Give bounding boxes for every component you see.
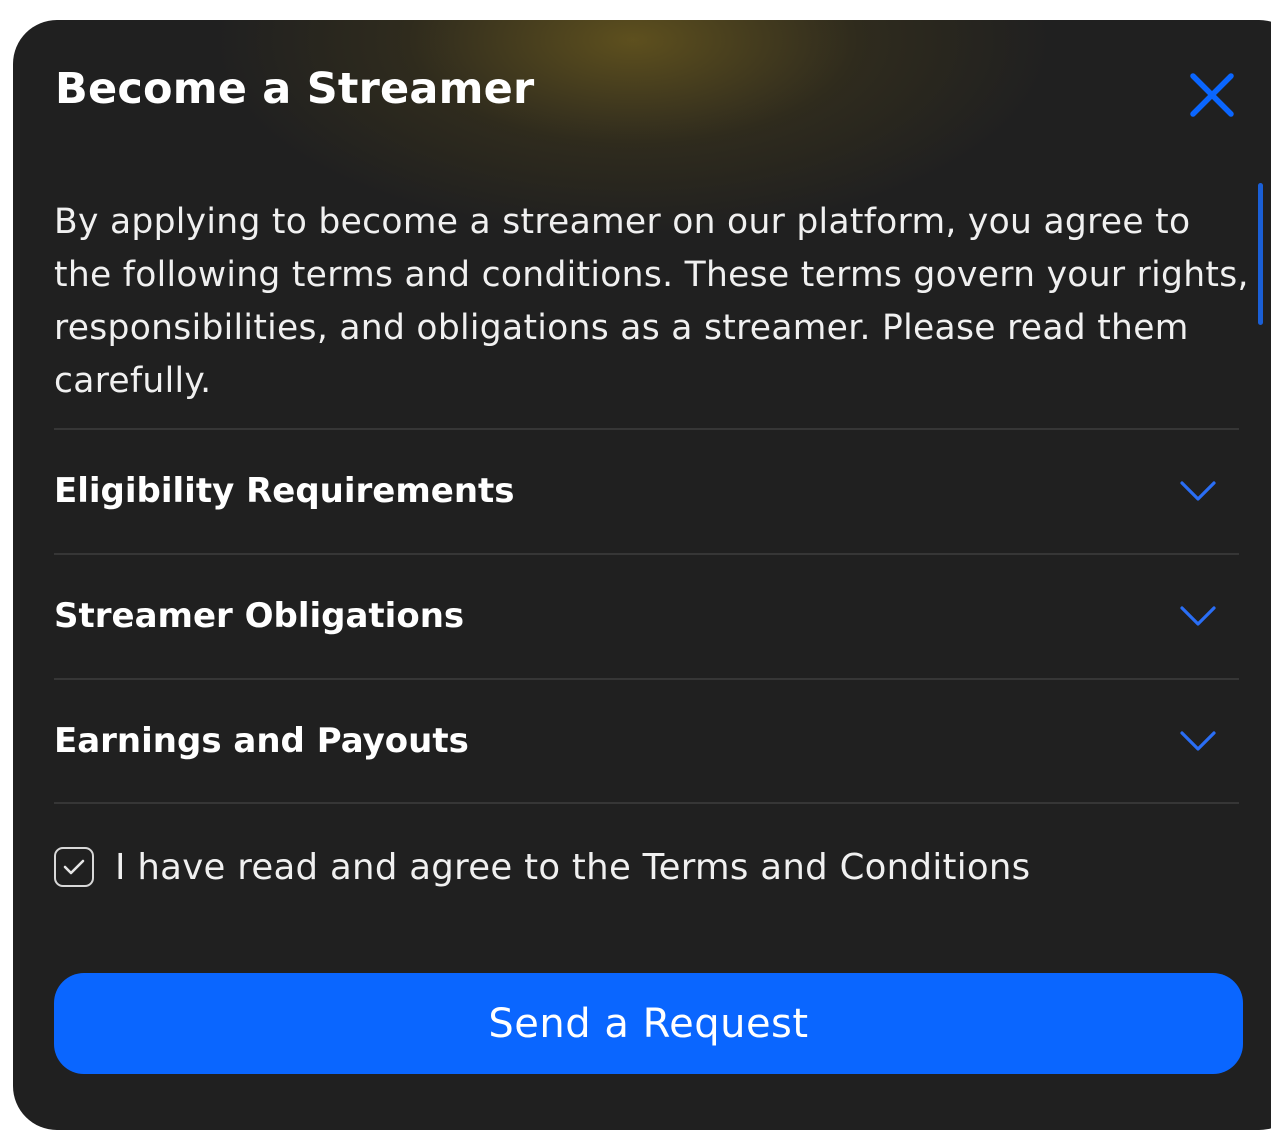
scrollbar-thumb[interactable] [1258,183,1263,325]
terms-checkbox-label: I have read and agree to the Terms and C… [115,846,1031,888]
chevron-down-icon [1180,606,1216,626]
checkmark-icon [63,859,85,875]
send-request-button[interactable]: Send a Request [54,973,1243,1074]
accordion-streamer-obligations[interactable]: Streamer Obligations [54,555,1239,677]
accordion-label: Earnings and Payouts [54,721,469,761]
accordion-eligibility-requirements[interactable]: Eligibility Requirements [54,430,1239,552]
accordion-label: Eligibility Requirements [54,471,515,511]
chevron-down-icon [1180,731,1216,751]
terms-agreement[interactable]: I have read and agree to the Terms and C… [54,846,1030,888]
chevron-down-icon [1180,481,1216,501]
divider [54,802,1239,804]
accordion-earnings-and-payouts[interactable]: Earnings and Payouts [54,680,1239,802]
close-icon [1190,73,1234,117]
terms-checkbox[interactable] [54,847,94,887]
close-button[interactable] [1185,68,1239,122]
dialog-title: Become a Streamer [55,64,535,114]
become-streamer-dialog: Become a Streamer By applying to become … [13,20,1271,1130]
intro-text: By applying to become a streamer on our … [54,202,1249,401]
accordion-label: Streamer Obligations [54,596,465,636]
